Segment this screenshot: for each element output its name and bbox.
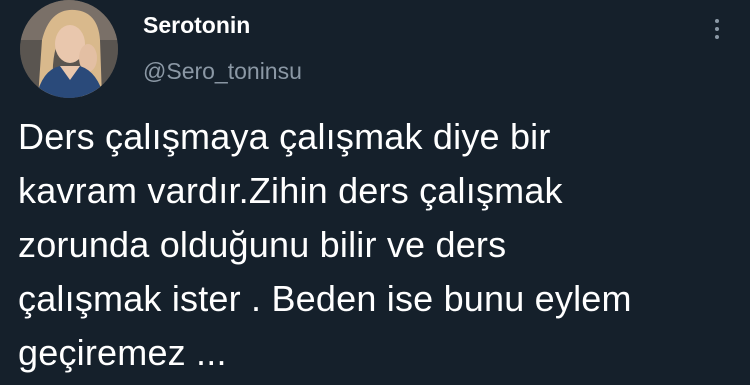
profile-photo-avatar	[20, 0, 118, 98]
tweet-text-line: kavram vardır.Zihin ders çalışmak	[18, 170, 563, 211]
tweet-card: Serotonin @Sero_toninsu Ders çalışmaya ç…	[0, 0, 750, 385]
tweet-text: Ders çalışmaya çalışmak diye bir kavram …	[18, 110, 738, 380]
avatar[interactable]	[20, 0, 118, 98]
tweet-text-line: zorunda olduğunu bilir ve ders	[18, 224, 507, 265]
tweet-text-line: geçiremez ...	[18, 332, 227, 373]
tweet-text-line: Ders çalışmaya çalışmak diye bir	[18, 116, 551, 157]
display-name[interactable]: Serotonin	[143, 12, 250, 39]
dot	[715, 27, 719, 31]
vertical-ellipsis-icon[interactable]	[705, 14, 729, 44]
dot	[715, 35, 719, 39]
user-handle[interactable]: @Sero_toninsu	[143, 58, 302, 85]
dot	[715, 19, 719, 23]
tweet-text-line: çalışmak ister . Beden ise bunu eylem	[18, 278, 632, 319]
